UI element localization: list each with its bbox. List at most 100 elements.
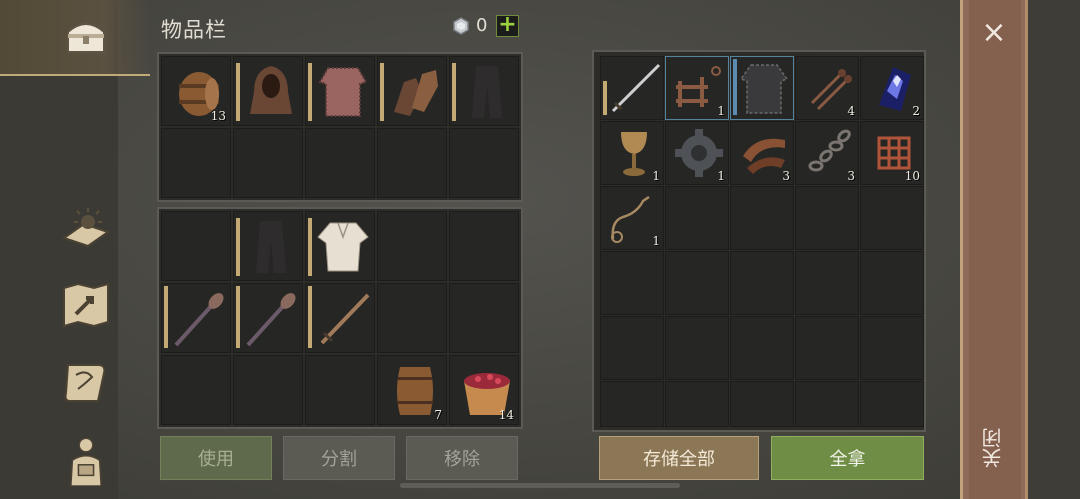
container-slot[interactable]: 1 (665, 121, 729, 185)
container-slot[interactable] (730, 186, 794, 250)
inventory-slot[interactable]: 14 (449, 355, 519, 425)
split-button[interactable]: 分割 (283, 436, 395, 480)
container-slot[interactable] (730, 56, 794, 120)
item-quantity: 3 (847, 169, 855, 183)
store-all-button[interactable]: 存储全部 (599, 436, 759, 480)
item-quantity: 1 (717, 169, 725, 183)
inventory-slot[interactable] (449, 211, 519, 281)
chest-icon[interactable] (58, 12, 114, 62)
item-quantity: 2 (912, 104, 920, 118)
gloves-icon (394, 70, 438, 116)
inventory-slot[interactable] (233, 355, 303, 425)
container-slot[interactable] (795, 316, 859, 380)
container-slot[interactable] (665, 381, 729, 427)
silver-gem-icon (453, 17, 469, 35)
sword-icon (320, 293, 370, 345)
inventory-slot[interactable] (161, 211, 231, 281)
inventory-slot[interactable] (161, 355, 231, 425)
inventory-slot[interactable] (377, 56, 447, 126)
inventory-slot[interactable]: 7 (377, 355, 447, 425)
inventory-slot[interactable] (233, 56, 303, 126)
close-icon[interactable]: × (980, 18, 1008, 48)
durability-bar (308, 218, 312, 276)
container-slot[interactable]: 2 (860, 56, 924, 120)
container-slot[interactable] (795, 251, 859, 315)
inventory-slot[interactable]: 13 (161, 56, 231, 126)
durability-bar (236, 63, 240, 121)
pants-icon (256, 221, 286, 273)
inventory-slot[interactable] (305, 355, 375, 425)
container-slot[interactable] (860, 316, 924, 380)
inventory-slot[interactable] (161, 128, 231, 198)
inventory-slot[interactable] (449, 56, 519, 126)
scale-armor-icon (739, 64, 789, 114)
close-strip[interactable] (960, 0, 1028, 499)
gem-count: 0 (476, 15, 488, 36)
durability-bar (236, 286, 240, 348)
inventory-slot[interactable] (305, 56, 375, 126)
inventory-slot[interactable] (305, 211, 375, 281)
pants-icon (472, 66, 502, 118)
item-quantity: 1 (652, 169, 660, 183)
character-icon[interactable] (58, 428, 114, 494)
container-slot[interactable]: 3 (795, 121, 859, 185)
item-quantity: 1 (652, 234, 660, 248)
mace-icon (174, 293, 224, 347)
item-quantity: 10 (904, 169, 920, 183)
durability-bar (236, 218, 240, 276)
container-slot[interactable] (665, 251, 729, 315)
remove-button[interactable]: 移除 (406, 436, 518, 480)
durability-bar (452, 63, 456, 121)
close-strip-inner (969, 0, 1021, 499)
quest-scroll-icon[interactable] (58, 357, 114, 407)
container-slot[interactable] (795, 381, 859, 427)
inventory-title: 物品栏 (161, 18, 227, 42)
durability-bar (164, 286, 168, 348)
chainmail-icon (318, 67, 368, 117)
map-icon[interactable] (58, 280, 114, 330)
inventory-slot[interactable] (233, 211, 303, 281)
container-slot[interactable]: 1 (665, 56, 729, 120)
add-gems-button[interactable]: + (496, 14, 519, 37)
container-slot[interactable]: 1 (600, 186, 664, 250)
container-slot[interactable] (860, 381, 924, 427)
container-slot[interactable]: 1 (600, 121, 664, 185)
inventory-slot[interactable] (305, 283, 375, 353)
durability-bar (380, 63, 384, 121)
container-slot[interactable]: 10 (860, 121, 924, 185)
close-label[interactable]: 关闭 (981, 428, 1008, 468)
container-slot[interactable] (600, 381, 664, 427)
item-quantity: 1 (717, 104, 725, 118)
inventory-slot[interactable] (377, 128, 447, 198)
inventory-slot[interactable] (377, 283, 447, 353)
inventory-slot[interactable] (233, 283, 303, 353)
container-slot[interactable] (730, 251, 794, 315)
container-slot[interactable] (665, 316, 729, 380)
container-slot[interactable] (860, 251, 924, 315)
container-slot[interactable]: 3 (730, 121, 794, 185)
container-slot[interactable] (730, 316, 794, 380)
container-slot[interactable] (795, 186, 859, 250)
use-button[interactable]: 使用 (160, 436, 272, 480)
item-quantity: 14 (498, 408, 514, 422)
container-slot[interactable] (665, 186, 729, 250)
item-quantity: 7 (434, 408, 442, 422)
inventory-slot[interactable] (305, 128, 375, 198)
inventory-slot[interactable] (161, 283, 231, 353)
inventory-slot[interactable] (377, 211, 447, 281)
container-slot[interactable] (600, 316, 664, 380)
right-edge (1028, 0, 1080, 499)
container-slot[interactable]: 4 (795, 56, 859, 120)
inventory-slot[interactable] (449, 283, 519, 353)
durability-bar (308, 63, 312, 121)
inventory-slot[interactable] (449, 128, 519, 198)
durability-bar (308, 286, 312, 348)
take-all-button[interactable]: 全拿 (771, 436, 924, 480)
container-slot[interactable] (600, 251, 664, 315)
scrollbar[interactable] (400, 483, 680, 488)
container-slot[interactable] (730, 381, 794, 427)
container-slot[interactable] (860, 186, 924, 250)
inventory-slot[interactable] (233, 128, 303, 198)
sun-book-icon[interactable] (58, 202, 114, 252)
container-slot[interactable] (600, 56, 664, 120)
